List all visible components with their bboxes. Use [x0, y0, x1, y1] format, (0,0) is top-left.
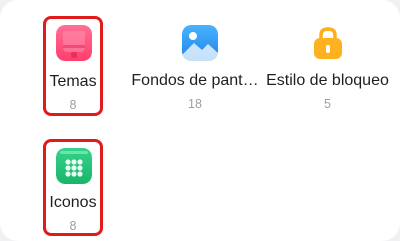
tile-label: Fondos de pant… [131, 72, 259, 89]
lock-icon [310, 25, 346, 61]
bell-theme-icon [56, 25, 92, 61]
tile-iconos[interactable]: Iconos 8 [43, 139, 103, 236]
tile-fondos-de-pantalla[interactable]: Fondos de pant… 18 [130, 16, 260, 116]
tile-label: Iconos [49, 194, 97, 211]
personalization-card: Temas 8 Fondos de pant… 18 Estilo de blo… [0, 0, 400, 241]
tile-estilo-de-bloqueo[interactable]: Estilo de bloqueo 5 [260, 16, 395, 116]
tile-count: 8 [69, 98, 77, 112]
tile-count: 8 [69, 219, 77, 233]
tile-count: 5 [324, 97, 331, 111]
app-grid-icon [56, 148, 92, 184]
tile-count: 18 [188, 97, 202, 111]
wallpaper-image-icon [182, 25, 218, 61]
tile-label: Temas [49, 73, 97, 90]
tile-temas[interactable]: Temas 8 [43, 16, 103, 116]
tile-label: Estilo de bloqueo [266, 72, 389, 89]
